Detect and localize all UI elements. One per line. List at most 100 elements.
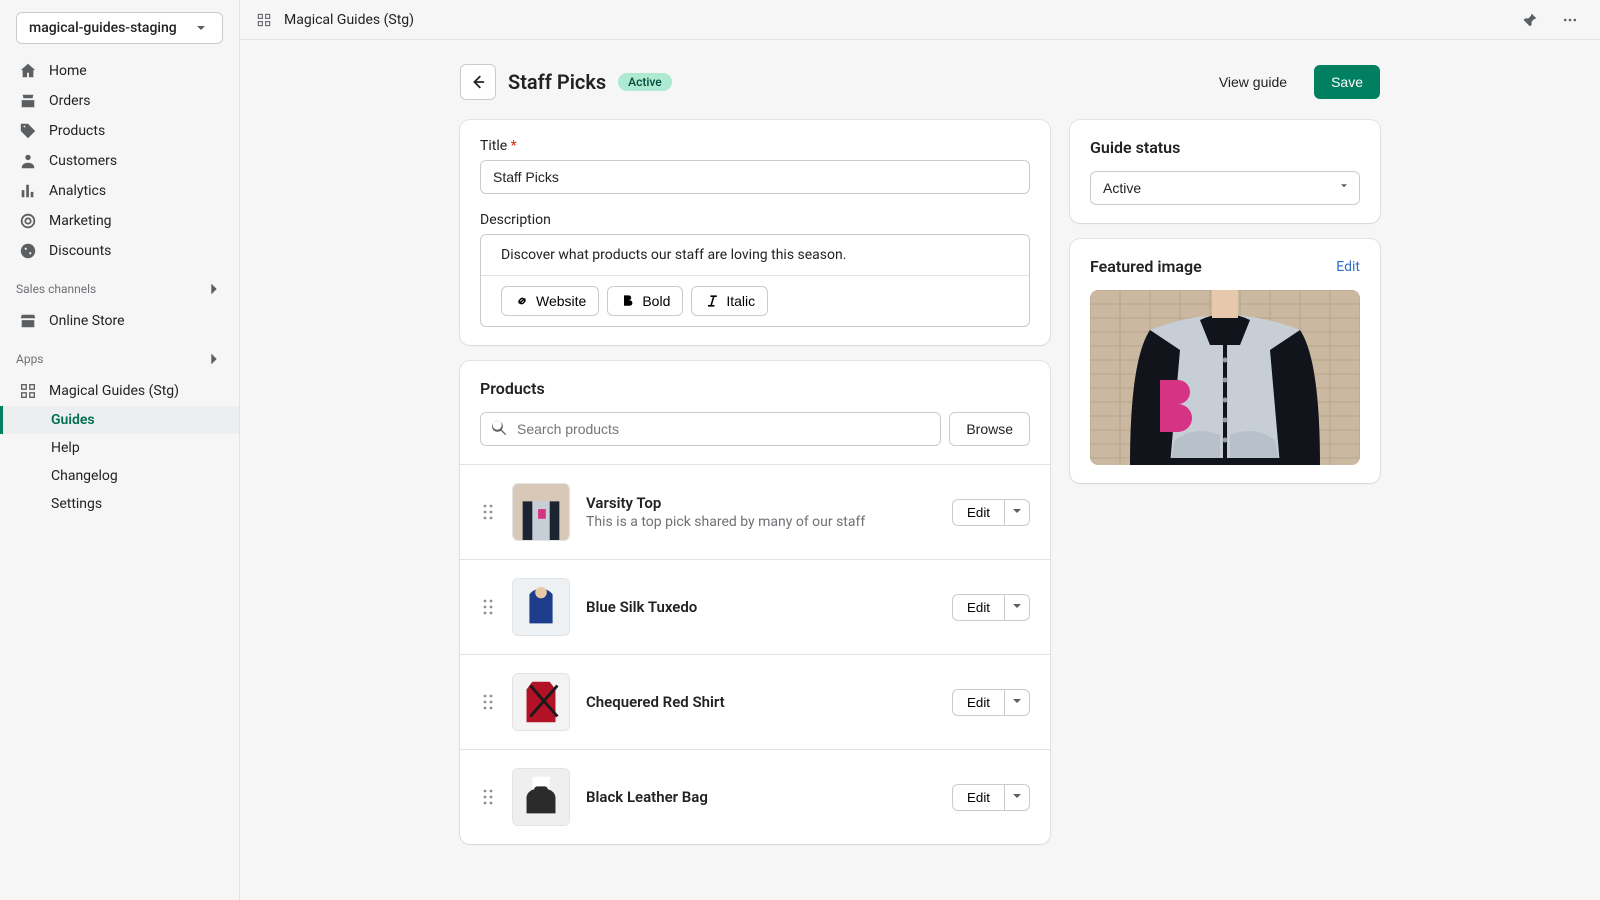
target-icon xyxy=(19,212,37,230)
left-column: Title * Description Discover what produc… xyxy=(460,120,1050,844)
home-icon xyxy=(19,62,37,80)
sidebar-item-label: Analytics xyxy=(49,183,106,199)
caret-down-icon xyxy=(1013,695,1021,710)
product-thumbnail xyxy=(512,673,570,731)
product-more-button[interactable] xyxy=(1004,784,1030,811)
sidebar-item-home[interactable]: Home xyxy=(0,56,239,86)
sidebar-item-analytics[interactable]: Analytics xyxy=(0,176,239,206)
sidebar-item-label: Customers xyxy=(49,153,117,169)
sidebar-item-label: Orders xyxy=(49,93,91,109)
topbar: Magical Guides (Stg) xyxy=(240,0,1600,40)
sidebar-item-label: Changelog xyxy=(51,468,118,484)
nav-apps: Magical Guides (Stg) Guides Help Changel… xyxy=(0,372,239,522)
nav-heading-label: Sales channels xyxy=(16,282,96,296)
sidebar-subitem-settings[interactable]: Settings xyxy=(0,490,239,518)
chevron-right-icon[interactable] xyxy=(205,350,223,368)
drag-handle-icon[interactable] xyxy=(480,599,496,615)
nav-primary: Home Orders Products Customers Analytics… xyxy=(0,52,239,270)
card-products: Products Browse xyxy=(460,361,1050,844)
store-switcher[interactable]: magical-guides-staging xyxy=(16,12,223,44)
featured-image-edit-link[interactable]: Edit xyxy=(1336,259,1360,275)
description-label: Description xyxy=(480,212,1030,228)
product-edit-button[interactable]: Edit xyxy=(952,594,1004,621)
product-edit-button[interactable]: Edit xyxy=(952,499,1004,526)
status-badge: Active xyxy=(618,73,672,91)
store-switcher-label: magical-guides-staging xyxy=(29,20,177,36)
sidebar-item-label: Marketing xyxy=(49,213,112,229)
search-icon xyxy=(490,418,508,440)
sidebar-subitem-guides[interactable]: Guides xyxy=(0,406,239,434)
product-subtitle: This is a top pick shared by many of our… xyxy=(586,514,865,530)
product-row: Blue Silk Tuxedo Edit xyxy=(460,559,1050,654)
sidebar-item-online-store[interactable]: Online Store xyxy=(0,306,239,336)
rte-toolbar: Website Bold Italic xyxy=(481,275,1029,326)
product-more-button[interactable] xyxy=(1004,594,1030,621)
label-text: Title xyxy=(480,138,507,154)
sidebar-item-marketing[interactable]: Marketing xyxy=(0,206,239,236)
product-title: Black Leather Bag xyxy=(586,788,708,806)
description-textarea[interactable]: Discover what products our staff are lov… xyxy=(481,235,1029,275)
sidebar-item-customers[interactable]: Customers xyxy=(0,146,239,176)
nav-channels: Online Store xyxy=(0,302,239,340)
product-thumbnail xyxy=(512,578,570,636)
app-icon xyxy=(256,12,272,28)
more-button[interactable] xyxy=(1556,6,1584,34)
chevron-right-icon[interactable] xyxy=(205,280,223,298)
sidebar-item-label: Discounts xyxy=(49,243,111,259)
required-indicator: * xyxy=(511,138,517,154)
page-title: Staff Picks xyxy=(508,70,606,94)
button-label: Italic xyxy=(726,293,755,309)
product-row: Black Leather Bag Edit xyxy=(460,749,1050,844)
sidebar-item-orders[interactable]: Orders xyxy=(0,86,239,116)
product-row: Chequered Red Shirt Edit xyxy=(460,654,1050,749)
card-guide-status: Guide status Active xyxy=(1070,120,1380,223)
title-label: Title * xyxy=(480,138,1030,154)
breadcrumb[interactable]: Magical Guides (Stg) xyxy=(284,12,414,28)
title-input[interactable] xyxy=(480,160,1030,194)
product-title: Chequered Red Shirt xyxy=(586,693,725,711)
sidebar-subitem-help[interactable]: Help xyxy=(0,434,239,462)
product-more-button[interactable] xyxy=(1004,689,1030,716)
sidebar: magical-guides-staging Home Orders Produ… xyxy=(0,0,240,900)
rte-bold-button[interactable]: Bold xyxy=(607,286,683,316)
nav-heading-apps: Apps xyxy=(0,340,239,372)
guide-status-select[interactable]: Active xyxy=(1090,171,1360,205)
browse-button[interactable]: Browse xyxy=(949,412,1030,446)
caret-down-icon xyxy=(1013,790,1021,805)
drag-handle-icon[interactable] xyxy=(480,789,496,805)
sidebar-item-label: Home xyxy=(49,63,87,79)
orders-icon xyxy=(19,92,37,110)
sidebar-item-discounts[interactable]: Discounts xyxy=(0,236,239,266)
featured-image-heading: Featured image xyxy=(1090,257,1202,276)
italic-icon xyxy=(704,293,720,309)
product-search-input[interactable] xyxy=(480,412,941,446)
product-more-button[interactable] xyxy=(1004,499,1030,526)
featured-image xyxy=(1090,290,1360,465)
main: Staff Picks Active View guide Save Title xyxy=(240,40,1600,900)
analytics-icon xyxy=(19,182,37,200)
view-guide-button[interactable]: View guide xyxy=(1202,65,1304,99)
save-button[interactable]: Save xyxy=(1314,65,1380,99)
link-icon xyxy=(514,293,530,309)
product-edit-button[interactable]: Edit xyxy=(952,784,1004,811)
product-title: Varsity Top xyxy=(586,494,865,512)
sidebar-subitem-changelog[interactable]: Changelog xyxy=(0,462,239,490)
back-button[interactable] xyxy=(460,64,496,100)
pin-button[interactable] xyxy=(1516,6,1544,34)
product-edit-button[interactable]: Edit xyxy=(952,689,1004,716)
drag-handle-icon[interactable] xyxy=(480,504,496,520)
description-editor: Discover what products our staff are lov… xyxy=(480,234,1030,327)
sidebar-item-products[interactable]: Products xyxy=(0,116,239,146)
drag-handle-icon[interactable] xyxy=(480,694,496,710)
product-title: Blue Silk Tuxedo xyxy=(586,598,697,616)
tag-icon xyxy=(19,122,37,140)
bold-icon xyxy=(620,293,636,309)
rte-website-button[interactable]: Website xyxy=(501,286,599,316)
rte-italic-button[interactable]: Italic xyxy=(691,286,768,316)
app-icon xyxy=(19,382,37,400)
product-thumbnail xyxy=(512,483,570,541)
button-label: Website xyxy=(536,293,586,309)
sidebar-item-app-magical-guides[interactable]: Magical Guides (Stg) xyxy=(0,376,239,406)
person-icon xyxy=(19,152,37,170)
button-label: Bold xyxy=(642,293,670,309)
